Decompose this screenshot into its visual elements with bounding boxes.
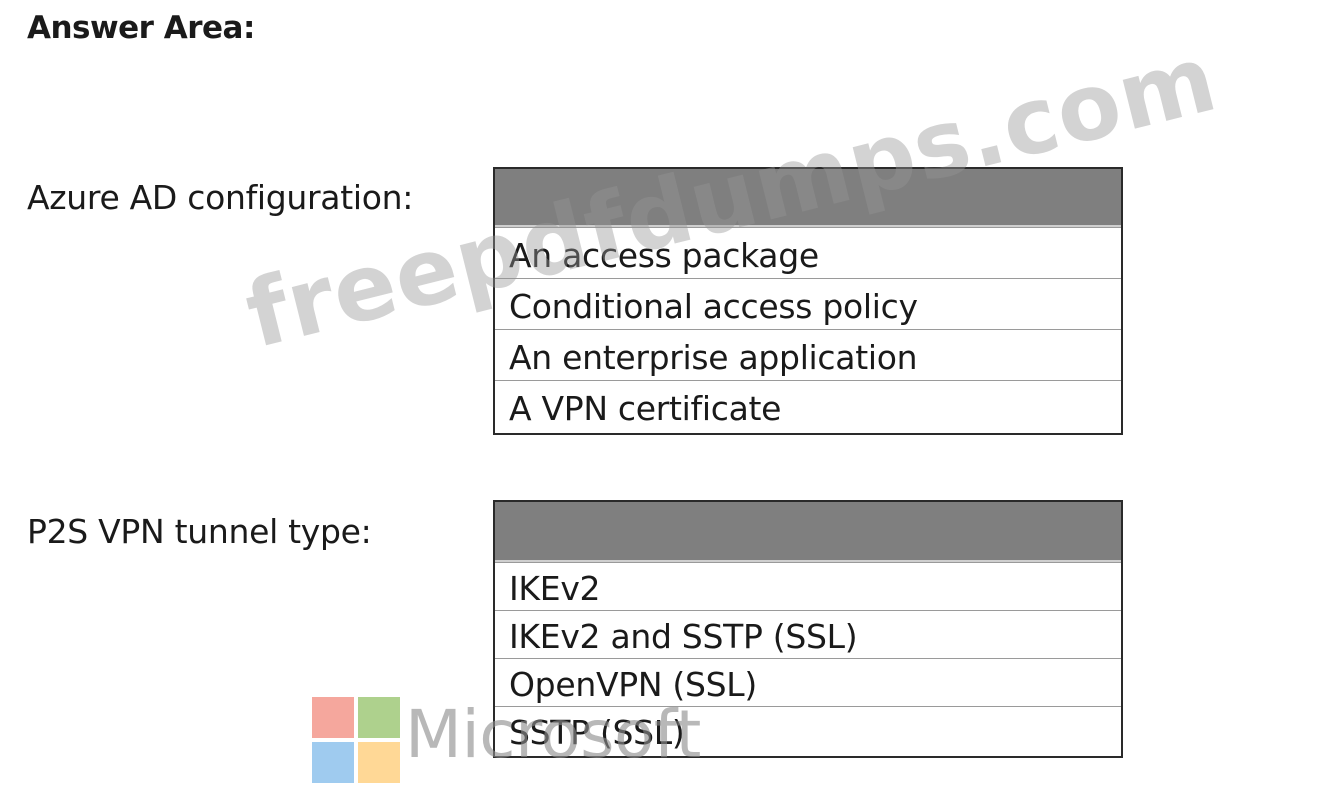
microsoft-logo-icon (312, 697, 402, 785)
azure-ad-configuration-label: Azure AD configuration: (27, 178, 414, 217)
dropdown-option-sstp[interactable]: SSTP (SSL) (495, 706, 1121, 754)
p2s-vpn-tunnel-type-label: P2S VPN tunnel type: (27, 512, 372, 551)
dropdown-option-access-package[interactable]: An access package (495, 227, 1121, 278)
p2s-vpn-tunnel-type-dropdown[interactable]: IKEv2 IKEv2 and SSTP (SSL) OpenVPN (SSL)… (493, 500, 1123, 758)
azure-ad-configuration-selected-value[interactable] (495, 169, 1121, 227)
answer-area-title: Answer Area: (27, 10, 255, 46)
dropdown-option-conditional-access-policy[interactable]: Conditional access policy (495, 278, 1121, 329)
dropdown-option-enterprise-application[interactable]: An enterprise application (495, 329, 1121, 380)
azure-ad-configuration-dropdown[interactable]: An access package Conditional access pol… (493, 167, 1123, 435)
dropdown-option-ikev2-and-sstp[interactable]: IKEv2 and SSTP (SSL) (495, 610, 1121, 658)
dropdown-option-openvpn[interactable]: OpenVPN (SSL) (495, 658, 1121, 706)
dropdown-option-ikev2[interactable]: IKEv2 (495, 562, 1121, 610)
dropdown-option-vpn-certificate[interactable]: A VPN certificate (495, 380, 1121, 431)
p2s-vpn-tunnel-type-selected-value[interactable] (495, 502, 1121, 562)
